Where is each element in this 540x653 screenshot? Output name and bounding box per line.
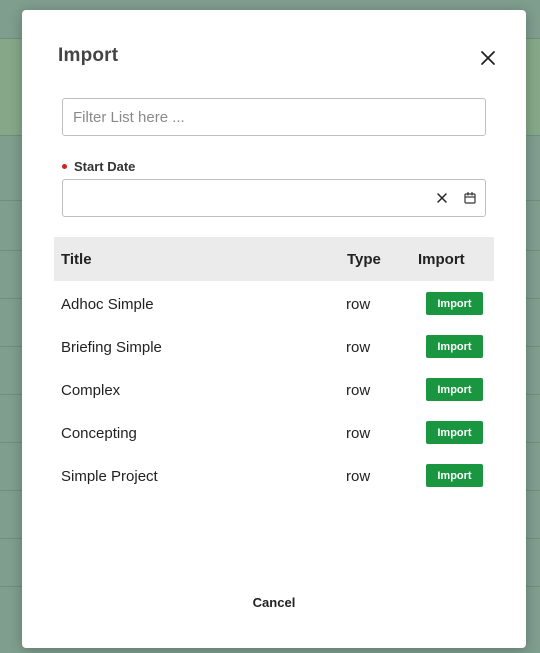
background-divider — [0, 346, 22, 347]
table-header: Title Type Import — [54, 237, 494, 281]
start-date-label: Start Date — [74, 159, 136, 174]
background-divider — [0, 394, 22, 395]
background-divider — [0, 200, 22, 201]
calendar-button[interactable] — [463, 191, 477, 205]
import-button[interactable]: Import — [426, 464, 483, 487]
background-divider — [526, 586, 540, 587]
background-divider — [0, 250, 22, 251]
required-indicator — [62, 164, 67, 169]
row-title: Complex — [61, 382, 121, 399]
background-divider — [526, 298, 540, 299]
row-type: row — [346, 339, 371, 356]
close-button[interactable] — [478, 48, 498, 68]
background-divider — [0, 538, 22, 539]
table-row: Simple Project row Import — [54, 453, 494, 496]
dialog-title: Import — [58, 45, 119, 66]
row-type: row — [346, 468, 371, 485]
background-divider — [526, 394, 540, 395]
column-header-import: Import — [418, 251, 465, 268]
calendar-icon — [464, 191, 476, 204]
start-date-input[interactable] — [64, 181, 440, 215]
import-dialog: Import Start Date Title Type Impo — [22, 10, 526, 648]
row-title: Concepting — [61, 425, 137, 442]
background-divider — [526, 200, 540, 201]
import-button[interactable]: Import — [426, 335, 483, 358]
background-divider — [526, 442, 540, 443]
table-row: Concepting row Import — [54, 410, 494, 453]
cancel-button[interactable]: Cancel — [234, 590, 314, 614]
templates-table: Title Type Import Adhoc Simple row Impor… — [54, 237, 494, 496]
table-row: Briefing Simple row Import — [54, 324, 494, 367]
import-button[interactable]: Import — [426, 421, 483, 444]
close-icon — [481, 51, 495, 65]
background-divider — [0, 442, 22, 443]
clear-date-button[interactable] — [435, 191, 449, 205]
row-type: row — [346, 425, 371, 442]
import-button[interactable]: Import — [426, 292, 483, 315]
column-header-type: Type — [347, 251, 381, 268]
start-date-label-group: Start Date — [62, 159, 135, 174]
table-row: Adhoc Simple row Import — [54, 281, 494, 324]
background-divider — [0, 586, 22, 587]
filter-input[interactable] — [62, 98, 486, 136]
close-icon — [437, 193, 447, 203]
row-title: Simple Project — [61, 468, 158, 485]
row-title: Adhoc Simple — [61, 296, 154, 313]
background-divider — [526, 490, 540, 491]
background-divider — [526, 250, 540, 251]
background-divider — [0, 298, 22, 299]
table-row: Complex row Import — [54, 367, 494, 410]
import-button[interactable]: Import — [426, 378, 483, 401]
background-divider — [526, 538, 540, 539]
row-title: Briefing Simple — [61, 339, 162, 356]
start-date-field[interactable] — [62, 179, 486, 217]
background-divider — [0, 490, 22, 491]
row-type: row — [346, 382, 371, 399]
background-divider — [526, 346, 540, 347]
row-type: row — [346, 296, 371, 313]
column-header-title: Title — [61, 251, 92, 268]
